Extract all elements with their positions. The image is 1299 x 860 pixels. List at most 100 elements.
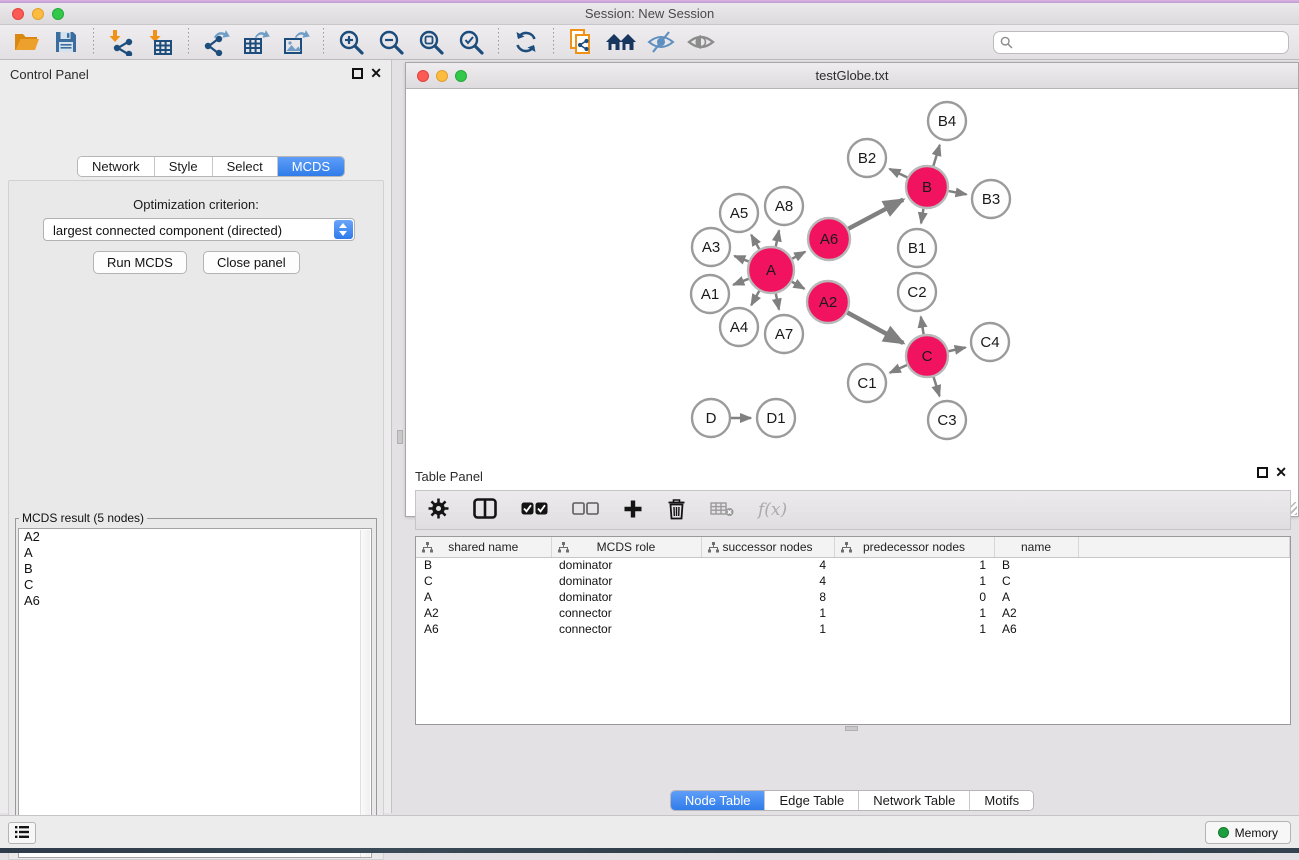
run-mcds-button[interactable]: Run MCDS [93,251,187,274]
mcds-result-item[interactable]: A6 [19,593,371,609]
search-input[interactable] [993,31,1289,54]
export-network-button[interactable] [196,27,236,57]
edge-A-A1[interactable] [733,279,748,285]
table-cell[interactable]: A2 [416,605,551,621]
edge-A2-C[interactable] [847,313,903,344]
criterion-select[interactable]: largest connected component (directed) [43,218,355,241]
edge-C-C2[interactable] [921,317,924,335]
tab-select[interactable]: Select [213,157,278,176]
mcds-result-item[interactable]: B [19,561,371,577]
table-hscroll-thumb[interactable] [845,726,858,731]
edge-B-B2[interactable] [890,169,908,178]
zoom-fit-button[interactable] [411,27,451,57]
tab-network[interactable]: Network [78,157,155,176]
export-table-button[interactable] [236,27,276,57]
column-header-name[interactable]: name [994,537,1078,557]
table-cell[interactable]: B [994,557,1078,573]
network-home-button[interactable] [601,27,641,57]
table-cell[interactable]: A [416,589,551,605]
table-cell[interactable]: A6 [994,621,1078,637]
open-session-button[interactable] [6,27,46,57]
column-header-successor-nodes[interactable]: successor nodes [701,537,834,557]
table-cell[interactable]: dominator [551,589,701,605]
mcds-result-item[interactable]: A [19,545,371,561]
show-all-button[interactable] [681,27,721,57]
edge-B-B4[interactable] [933,145,939,166]
column-header-mcds-role[interactable]: MCDS role [551,537,701,557]
table-cell[interactable]: 1 [701,621,834,637]
edge-A-A2[interactable] [792,282,805,289]
edge-A6-B[interactable] [848,200,903,229]
table-cell[interactable]: 0 [834,589,994,605]
table-cell[interactable]: 4 [701,573,834,589]
unselect-all-button[interactable] [572,502,599,518]
node-table[interactable]: shared nameMCDS rolesuccessor nodesprede… [416,537,1290,637]
new-network-from-selection-button[interactable] [561,27,601,57]
table-cell[interactable]: 1 [834,557,994,573]
table-cell[interactable]: 1 [834,605,994,621]
memory-button[interactable]: Memory [1205,821,1291,844]
edge-B-B3[interactable] [949,191,967,194]
table-tab-node-table[interactable]: Node Table [671,791,766,810]
zoom-selected-button[interactable] [451,27,491,57]
edge-A-A6[interactable] [792,252,805,259]
import-table-button[interactable] [141,27,181,57]
edge-A-A8[interactable] [776,230,779,246]
function-builder-button[interactable]: f(x) [758,500,787,520]
table-cell[interactable]: 8 [701,589,834,605]
edge-C-C1[interactable] [890,365,907,373]
tab-mcds[interactable]: MCDS [278,157,344,176]
select-all-button[interactable] [521,502,548,518]
table-row[interactable]: Bdominator41B [416,557,1290,573]
column-header-predecessor-nodes[interactable]: predecessor nodes [834,537,994,557]
float-panel-icon[interactable] [352,68,363,79]
table-tab-motifs[interactable]: Motifs [970,791,1033,810]
edge-A-A7[interactable] [776,294,779,310]
export-image-button[interactable] [276,27,316,57]
add-column-button[interactable] [623,499,643,522]
table-settings-button[interactable] [428,498,449,522]
table-cell[interactable]: A2 [994,605,1078,621]
table-close-panel-icon[interactable]: ✕ [1275,464,1287,481]
close-panel-icon[interactable]: ✕ [370,65,382,82]
delete-table-button[interactable] [710,501,734,520]
import-network-button[interactable] [101,27,141,57]
table-cell[interactable]: 1 [701,605,834,621]
zoom-in-button[interactable] [331,27,371,57]
table-cell[interactable]: 1 [834,621,994,637]
table-cell[interactable]: dominator [551,557,701,573]
table-cell[interactable]: C [416,573,551,589]
zoom-out-button[interactable] [371,27,411,57]
edge-A-A3[interactable] [734,256,748,261]
tab-style[interactable]: Style [155,157,213,176]
table-cell[interactable]: dominator [551,573,701,589]
edge-B-B1[interactable] [921,209,923,224]
table-row[interactable]: Cdominator41C [416,573,1290,589]
edge-A-A4[interactable] [751,291,759,305]
network-canvas[interactable]: B4B2BB3A8A5A6A3B1AC2A1A2A4A7C4CC1DD1C3 [406,89,1298,516]
edge-C-C4[interactable] [948,347,965,351]
task-history-button[interactable] [8,822,36,844]
table-cell[interactable]: A6 [416,621,551,637]
table-cell[interactable]: C [994,573,1078,589]
table-cell[interactable]: B [416,557,551,573]
table-row[interactable]: Adominator80A [416,589,1290,605]
table-cell[interactable]: 4 [701,557,834,573]
mcds-result-item[interactable]: A2 [19,529,371,545]
table-cell[interactable]: connector [551,605,701,621]
edge-A-A5[interactable] [751,235,759,249]
table-cell[interactable]: 1 [834,573,994,589]
table-cell[interactable]: connector [551,621,701,637]
mcds-result-item[interactable]: C [19,577,371,593]
delete-column-button[interactable] [667,498,686,523]
hide-selected-button[interactable] [641,27,681,57]
result-list-scrollbar[interactable] [360,530,370,858]
table-row[interactable]: A2connector11A2 [416,605,1290,621]
table-tab-edge-table[interactable]: Edge Table [765,791,859,810]
mcds-result-list[interactable]: A2ABCA6 [18,528,372,858]
edge-C-C3[interactable] [934,377,940,396]
close-panel-button[interactable]: Close panel [203,251,300,274]
network-window-titlebar[interactable]: testGlobe.txt [406,63,1298,89]
table-tab-network-table[interactable]: Network Table [859,791,970,810]
save-session-button[interactable] [46,27,86,57]
